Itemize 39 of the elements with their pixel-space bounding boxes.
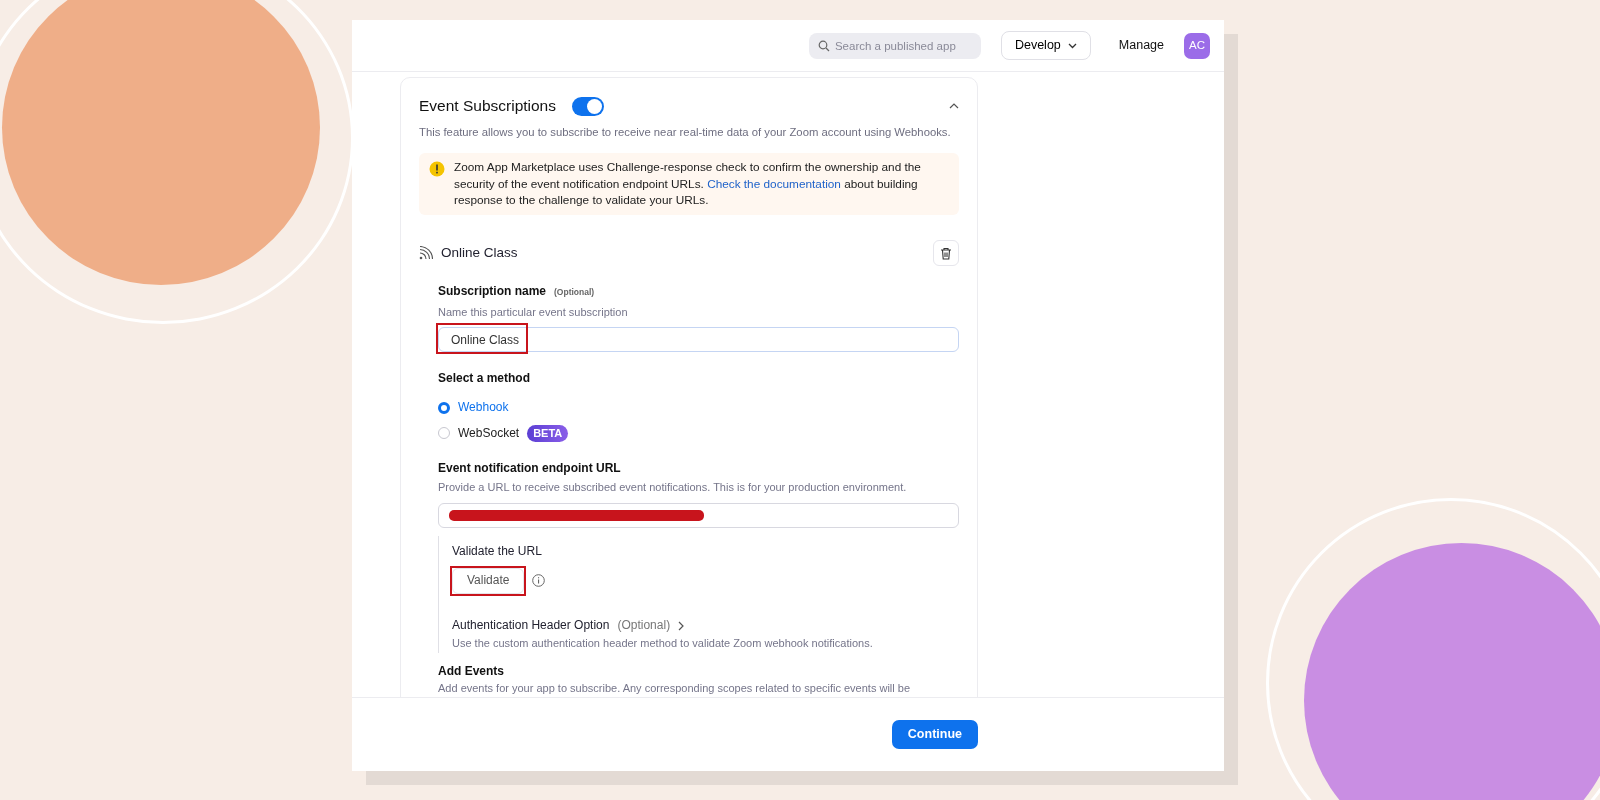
field-hint: Provide a URL to receive subscribed event notifications. This is for your production environment.: [438, 480, 908, 495]
section-description: This feature allows you to subscribe to receive near real-time data of your Zoom account using Webhooks.: [419, 125, 952, 140]
option-label: Webhook: [458, 399, 509, 416]
name-field[interactable]: Online Class: [438, 327, 959, 353]
auth-option-link[interactable]: Authentication Header Option: [452, 617, 610, 634]
subscription-title: Online Class: [441, 244, 518, 262]
search-field[interactable]: Search a published app: [808, 32, 981, 59]
info-icon[interactable]: [532, 574, 546, 588]
delete-button[interactable]: [933, 240, 959, 267]
field-hint: Name this particular event subscription: [438, 304, 629, 320]
section-label: Validate the URL: [452, 543, 543, 560]
url-field[interactable]: [438, 502, 959, 528]
field-hint: Use the custom authentication header method to validate Zoom webhook notifications.: [452, 636, 874, 651]
collapse-icon[interactable]: [949, 103, 959, 110]
user-avatar[interactable]: AC: [1184, 32, 1210, 59]
field-hint: Add events for your app to subscribe. Any corresponding scopes related to specific events will be: [438, 681, 912, 696]
continue-button[interactable]: Continue: [891, 720, 978, 749]
field-label: Subscription name: [438, 284, 547, 299]
feed-icon: [419, 246, 433, 261]
manage-link[interactable]: Manage: [1118, 36, 1164, 55]
field-label: Select a method: [438, 371, 532, 387]
radio-button[interactable]: [438, 427, 450, 440]
section-title: Event Subscriptions: [419, 96, 556, 116]
optional-tag: (Optional): [617, 617, 671, 634]
documentation-link[interactable]: Check the documentation: [707, 176, 841, 191]
warning-icon: [429, 160, 445, 177]
beta-tag: BETA: [527, 425, 569, 442]
develop-dropdown[interactable]: Develop: [1000, 31, 1091, 60]
chevron-icon[interactable]: [678, 620, 685, 631]
optional-tag: (Optional): [554, 287, 595, 298]
notice-text: Zoom App Marketplace uses Challenge-response check to confirm the ownership and the security of the event notification endpoint URLs. Check the documentation about building response to the challenge to validate your URLs.: [454, 158, 922, 210]
field-label: Add Events: [438, 663, 505, 680]
caret-icon: [1067, 42, 1077, 49]
field-label: Event notification endpoint URL: [438, 460, 622, 477]
option-label: WebSocket: [458, 425, 520, 442]
validate-button[interactable]: Validate: [452, 568, 525, 594]
radio-button[interactable]: [438, 401, 450, 414]
trash-icon: [940, 246, 952, 260]
toggle-switch[interactable]: [572, 96, 604, 116]
